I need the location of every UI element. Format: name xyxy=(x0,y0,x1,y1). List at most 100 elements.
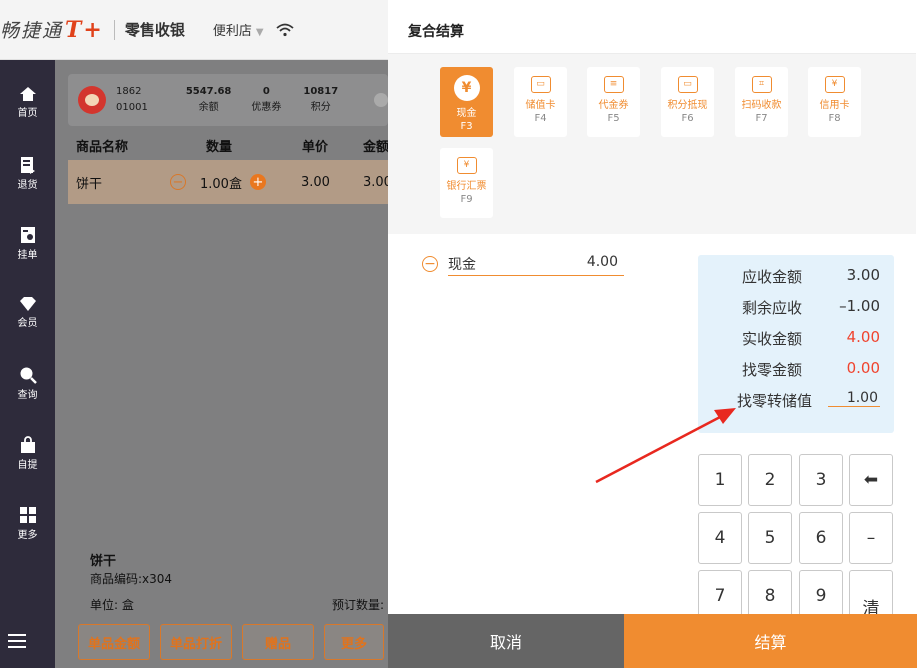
chevron-down-icon: ▼ xyxy=(255,27,264,38)
logo-text: 畅捷通 xyxy=(0,20,64,42)
more-button[interactable]: 更多 xyxy=(324,624,384,660)
settlement-summary: 应收金额 3.00 剩余应收 –1.00 实收金额 4.00 找零金额 0.00… xyxy=(698,255,894,433)
item-qty: 1.00盒 xyxy=(200,176,242,192)
item-detail: 饼干 商品编码:x304 单位: 盒 预订数量: xyxy=(68,538,388,618)
points-value: 10817 xyxy=(303,86,339,97)
payment-amount: 4.00 xyxy=(586,254,618,270)
method-stored-value-card[interactable]: ▭ 储值卡 F4 xyxy=(514,67,567,137)
method-label: 储值卡 xyxy=(525,100,556,111)
summary-received: 实收金额 4.00 xyxy=(698,328,894,354)
summary-value: 0.00 xyxy=(846,359,880,377)
balance-label: 余额 xyxy=(198,102,219,113)
sidebar-item-pickup[interactable]: 自提 xyxy=(0,436,55,496)
detail-code: 商品编码:x304 xyxy=(90,572,173,586)
summary-label: 实收金额 xyxy=(741,330,802,348)
key-4[interactable]: 4 xyxy=(698,512,742,564)
member-id-top: 1862 xyxy=(116,86,142,97)
summary-remaining: 剩余应收 –1.00 xyxy=(698,297,894,323)
detail-name: 饼干 xyxy=(90,554,117,569)
remove-payment-icon[interactable]: − xyxy=(422,256,438,272)
summary-value: 4.00 xyxy=(846,328,880,346)
member-balance: 5547.68 余额 xyxy=(186,84,232,116)
logo: 畅捷通T+ xyxy=(0,16,104,43)
sidebar-item-search[interactable]: 查询 xyxy=(0,366,55,426)
balance-value: 5547.68 xyxy=(185,86,232,97)
key-minus[interactable]: – xyxy=(849,512,893,564)
sidebar-item-return[interactable]: 退货 xyxy=(0,156,55,216)
method-key: F9 xyxy=(460,194,473,205)
cart-table-header: 商品名称 数量 单价 金额 xyxy=(68,130,390,160)
item-name: 饼干 xyxy=(76,176,103,192)
key-5[interactable]: 5 xyxy=(748,512,792,564)
method-credit-card[interactable]: ¥ 信用卡 F8 xyxy=(808,67,861,137)
method-scan-pay[interactable]: ⌗ 扫码收款 F7 xyxy=(735,67,788,137)
sidebar-item-member[interactable]: 会员 xyxy=(0,296,55,356)
sidebar-item-more[interactable]: 更多 xyxy=(0,506,55,566)
item-price: 3.00 xyxy=(301,174,330,190)
key-2[interactable]: 2 xyxy=(748,454,792,506)
method-label: 扫码收款 xyxy=(741,100,782,111)
app-header: 畅捷通T+ 零售收银 便利店 ▼ xyxy=(0,0,388,60)
increase-qty-button[interactable]: + xyxy=(250,174,266,190)
sidebar: 首页 退货 挂单 会员 查询 自提 更多 xyxy=(0,60,55,668)
numeric-keypad: 1 2 3 ⬅ 4 5 6 – 7 8 9 清 xyxy=(698,454,894,624)
store-selector[interactable]: 便利店 ▼ xyxy=(213,20,264,39)
member-coupons: 0 优惠券 xyxy=(251,84,281,116)
method-points[interactable]: ▭ 积分抵现 F6 xyxy=(661,67,714,137)
cart-panel: 1862 01001 5547.68 余额 0 优惠券 10817 积分 商品名… xyxy=(55,60,392,668)
item-discount-button[interactable]: 单品打折 xyxy=(160,624,232,660)
sidebar-item-label: 更多 xyxy=(17,530,38,541)
sidebar-item-label: 首页 xyxy=(17,108,38,119)
col-amount: 金额 xyxy=(363,139,390,155)
bank-draft-icon: ¥ xyxy=(456,157,477,174)
checkout-dialog: 复合结算 ¥ 现金 F3 ▭ 储值卡 F4 ≡ 代金券 F5 ▭ 积分抵现 F6… xyxy=(388,8,916,668)
voucher-icon: ≡ xyxy=(603,76,624,93)
wifi-icon xyxy=(275,23,294,36)
key-1[interactable]: 1 xyxy=(698,454,742,506)
member-diamond-icon xyxy=(19,297,36,311)
key-3[interactable]: 3 xyxy=(799,454,843,506)
summary-label: 找零转储值 xyxy=(736,392,812,410)
detail-order-qty: 预订数量: xyxy=(332,598,385,612)
settle-button[interactable]: 结算 xyxy=(624,614,917,668)
store-name: 便利店 xyxy=(212,24,252,39)
table-row[interactable]: 饼干 − 1.00盒 + 3.00 3.00 xyxy=(68,160,392,204)
summary-change-to-stored-value: 找零转储值 1.00 xyxy=(698,390,894,416)
cancel-button[interactable]: 取消 xyxy=(388,614,624,668)
method-bank-draft[interactable]: ¥ 银行汇票 F9 xyxy=(440,148,493,218)
sidebar-item-label: 会员 xyxy=(17,318,38,329)
detail-unit: 单位: 盒 xyxy=(90,598,134,612)
item-amount-button[interactable]: 单品金额 xyxy=(78,624,150,660)
avatar xyxy=(78,86,106,114)
col-price: 单价 xyxy=(302,139,329,155)
sidebar-item-label: 自提 xyxy=(17,460,38,471)
col-name: 商品名称 xyxy=(76,139,129,155)
return-icon xyxy=(20,157,35,174)
method-cash[interactable]: ¥ 现金 F3 xyxy=(440,67,493,137)
close-icon[interactable] xyxy=(374,93,388,107)
payment-line: − 现金 4.00 xyxy=(422,254,624,278)
backspace-icon[interactable]: ⬅ xyxy=(849,454,893,506)
method-key: F3 xyxy=(460,121,473,132)
sidebar-item-label: 查询 xyxy=(17,390,38,401)
sidebar-item-hold-order[interactable]: 挂单 xyxy=(0,226,55,286)
member-points: 10817 积分 xyxy=(303,84,338,116)
member-card: 1862 01001 5547.68 余额 0 优惠券 10817 积分 xyxy=(68,74,388,126)
credit-card-icon: ¥ xyxy=(824,76,845,93)
sidebar-item-label: 退货 xyxy=(17,180,38,191)
change-to-stored-value-input[interactable]: 1.00 xyxy=(828,390,880,407)
hamburger-menu-icon[interactable] xyxy=(8,634,26,652)
sidebar-item-home[interactable]: 首页 xyxy=(0,86,55,146)
method-key: F5 xyxy=(607,113,620,124)
payment-amount-field[interactable]: 现金 4.00 xyxy=(448,254,624,276)
key-6[interactable]: 6 xyxy=(799,512,843,564)
decrease-qty-button[interactable]: − xyxy=(170,174,186,190)
gift-button[interactable]: 赠品 xyxy=(242,624,314,660)
header-divider xyxy=(113,19,115,40)
coupon-label: 优惠券 xyxy=(251,102,282,113)
method-key: F6 xyxy=(681,113,694,124)
method-label: 银行汇票 xyxy=(446,181,487,192)
method-voucher[interactable]: ≡ 代金券 F5 xyxy=(587,67,640,137)
yen-icon: ¥ xyxy=(453,75,480,101)
method-key: F7 xyxy=(755,113,768,124)
